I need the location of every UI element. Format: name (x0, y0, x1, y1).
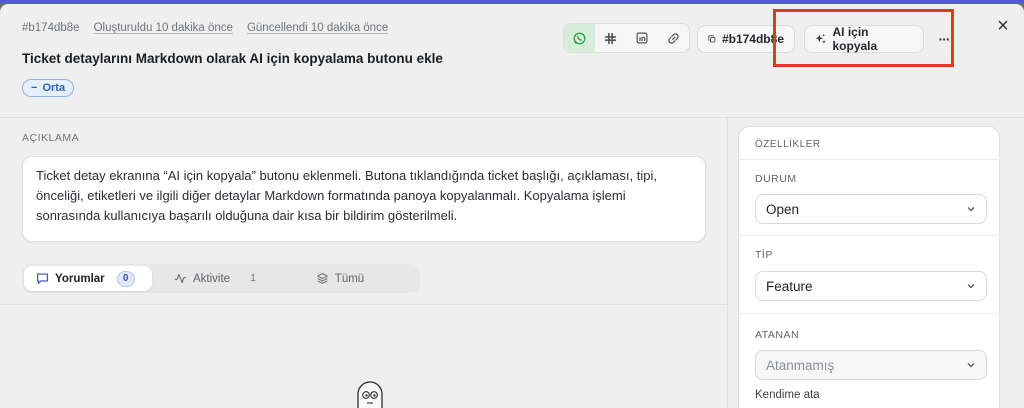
chevron-down-icon (967, 363, 975, 368)
ticket-title: Ticket detaylarını Markdown olarak AI iç… (22, 51, 443, 66)
priority-dash-icon: − (31, 82, 38, 94)
linkedin-icon (636, 32, 648, 44)
assignee-label: ATANAN (755, 329, 800, 341)
status-value: Open (766, 201, 800, 217)
priority-badge[interactable]: − Orta (22, 79, 75, 97)
more-options-button[interactable]: ··· (933, 28, 955, 50)
link-icon (668, 32, 679, 44)
tab-comments-label: Yorumlar (55, 272, 105, 285)
assignee-select[interactable]: Atanmamış (755, 350, 987, 380)
layers-icon (316, 273, 328, 284)
tab-comments-count: 0 (116, 270, 135, 287)
linkedin-share-button[interactable] (627, 24, 658, 52)
description-label: AÇIKLAMA (22, 132, 80, 144)
ai-copy-label: AI için kopyala (832, 25, 878, 53)
properties-separator (739, 159, 1001, 160)
whatsapp-share-button[interactable] (564, 24, 596, 52)
type-value: Feature (766, 278, 813, 294)
copy-link-button[interactable] (658, 24, 689, 52)
tab-activity-count: 1 (250, 273, 256, 284)
chevron-down-icon (967, 284, 975, 289)
close-button[interactable]: × (993, 16, 1013, 36)
copy-id-button[interactable]: #b174db8e (697, 25, 795, 53)
properties-title: ÖZELLİKLER (755, 139, 821, 150)
ticket-meta: #b174db8e Oluşturuldu 10 dakika önce Gün… (22, 22, 388, 34)
tab-activity[interactable]: Aktivite 1 (162, 266, 280, 291)
panel-divider (727, 117, 728, 408)
whatsapp-icon (573, 32, 586, 44)
priority-label: Orta (42, 82, 66, 94)
assign-to-me-link[interactable]: Kendime ata (755, 389, 820, 401)
copy-icon (708, 35, 716, 43)
comment-icon (37, 273, 48, 284)
properties-panel: ÖZELLİKLER DURUM Open TİP Feature ATANAN… (738, 126, 1001, 408)
header-divider (0, 117, 1024, 118)
description-text: Ticket detay ekranına “AI için kopyala” … (36, 168, 657, 223)
copy-id-label: #b174db8e (721, 32, 784, 46)
properties-separator (739, 313, 1001, 314)
type-label: TİP (755, 249, 773, 261)
ticket-dialog: #b174db8e Oluşturuldu 10 dakika önce Gün… (0, 4, 1024, 408)
chevron-down-icon (967, 207, 975, 212)
description-box[interactable]: Ticket detay ekranına “AI için kopyala” … (22, 156, 706, 242)
tab-activity-label: Aktivite (193, 272, 231, 285)
tabs-divider (0, 304, 727, 305)
empty-state-ghost-icon (357, 381, 383, 408)
created-timestamp: Oluşturuldu 10 dakika önce (93, 22, 233, 34)
assignee-value: Atanmamış (766, 357, 835, 373)
slack-icon (605, 32, 617, 44)
ai-copy-button[interactable]: AI için kopyala (804, 25, 924, 53)
status-select[interactable]: Open (755, 194, 987, 224)
close-icon: × (997, 15, 1009, 37)
slack-share-button[interactable] (595, 24, 626, 52)
tab-comments[interactable]: Yorumlar 0 (24, 266, 152, 291)
activity-tabs: Yorumlar 0 Aktivite 1 Tümü (22, 264, 420, 293)
sparkles-icon (815, 33, 826, 44)
tab-all[interactable]: Tümü (280, 266, 400, 291)
activity-icon (174, 273, 187, 284)
properties-separator (739, 235, 1001, 236)
updated-timestamp: Güncellendi 10 dakika önce (246, 22, 389, 34)
type-select[interactable]: Feature (755, 271, 987, 301)
ticket-id[interactable]: #b174db8e (22, 22, 80, 34)
share-button-group (563, 23, 690, 53)
tab-all-label: Tümü (334, 272, 365, 285)
status-label: DURUM (755, 173, 797, 185)
more-icon: ··· (938, 31, 951, 47)
